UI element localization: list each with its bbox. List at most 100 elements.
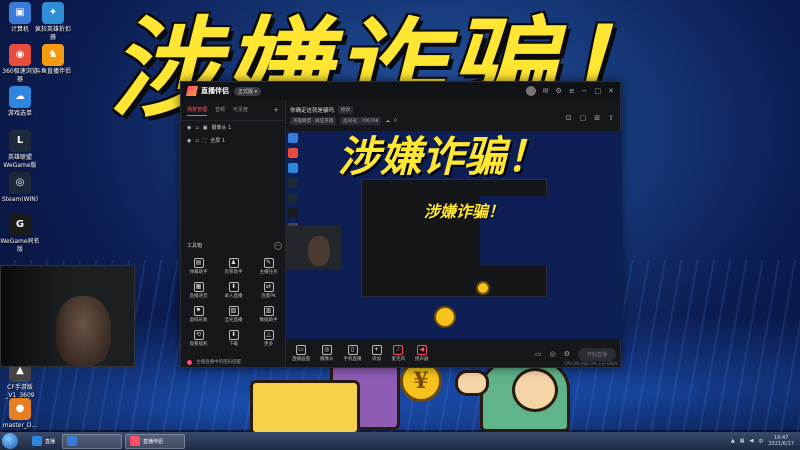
desktop-icon[interactable]: L 英雄联盟WeGame版 (0, 130, 40, 170)
app-name: 直播伴侣 (201, 87, 229, 95)
tool-item[interactable]: ✎ 主播任务 (251, 256, 286, 276)
left-footer[interactable]: 主播直播中的密码提醒 (187, 359, 241, 365)
source-row[interactable]: ◉ ▫ ⛶ 全屏 1 (181, 134, 285, 147)
app-icon: G (9, 214, 31, 236)
source-row[interactable]: ◉ ▫ ▣ 摄像头 1 (181, 121, 285, 134)
footer-text[interactable]: 主播直播中的密码提醒 (196, 359, 241, 365)
tool-item[interactable]: ▦ 直播语音 (181, 280, 216, 300)
tool-label: 虚拟形象 (189, 318, 208, 323)
lock-icon[interactable]: ▫ (195, 125, 198, 131)
tool-item[interactable]: ▤ 弹幕助手 (181, 256, 216, 276)
tool-item[interactable]: ⇄ 连麦PK (251, 280, 286, 300)
clock[interactable]: 19:47 2021/6/17 (768, 435, 794, 447)
taskbar-item[interactable]: 直播 (28, 434, 59, 449)
desktop-icon-label: Steam(WIN) (1, 196, 39, 203)
start-button[interactable] (2, 433, 18, 449)
source-button-label: 扬声器 (415, 357, 429, 362)
close-icon[interactable]: ✕ (608, 87, 614, 95)
taskbar-item[interactable]: 直播伴侣 (125, 433, 186, 449)
desktop-icon[interactable]: G WeGame同名版 (0, 214, 40, 254)
toolbox-more-icon[interactable]: ⋯ (274, 242, 282, 250)
webcam-shadow (1, 266, 134, 366)
tool-item[interactable]: ▥ 数据助手 (251, 304, 286, 324)
source-button[interactable]: ◎ 摄像头 (320, 345, 334, 363)
tool-item[interactable]: ♟ 房管助手 (216, 256, 251, 276)
video-icon[interactable]: ▭ (535, 350, 542, 358)
tool-label: 直播语音 (189, 294, 208, 299)
lock-icon[interactable]: ▫ (195, 138, 198, 144)
visible-eye-icon[interactable]: ◉ (187, 125, 191, 131)
tool-label: 下载 (229, 342, 238, 347)
tab-visibility[interactable]: 可见度 (233, 106, 248, 116)
desktop-icon[interactable]: ✦ 疯狂英雄折扣器 (33, 2, 73, 42)
tool-label: 全民直播 (224, 318, 243, 323)
eye-icon[interactable]: ◎ (550, 350, 556, 358)
user-avatar[interactable] (525, 86, 536, 96)
settings-icon[interactable]: ⚙ (555, 87, 561, 95)
maximize-icon[interactable]: □ (595, 87, 602, 95)
cartoon-hand (455, 370, 489, 396)
record-icon[interactable]: ▢ (580, 114, 587, 122)
desktop-icon[interactable]: ♞ 斗鱼直播伴侣 (33, 44, 73, 76)
room-title[interactable]: 你确定这就是骗吗 (290, 106, 334, 114)
taskbar-item[interactable] (62, 433, 123, 449)
room-category[interactable]: 英雄联盟 · 疯狂英雄 (290, 117, 337, 125)
desktop-icon[interactable]: ☁ 游戏选单 (0, 86, 40, 118)
source-button[interactable]: ♪ 麦克风 (391, 345, 406, 363)
app-titlebar[interactable]: 直播伴侣 正式版 ▾ ✉ ⚙ ≡ − □ ✕ (181, 82, 620, 100)
mail-icon[interactable]: ✉ (543, 87, 549, 95)
add-scene-icon[interactable]: + (273, 106, 279, 116)
app-icon: ▣ (9, 2, 31, 24)
app-icon: ✦ (42, 2, 64, 24)
network-icon[interactable]: ▦ (740, 438, 745, 444)
menu-icon[interactable]: ≡ (569, 87, 575, 95)
source-button-label: 手机直播 (343, 357, 362, 362)
settings-icon[interactable]: ⚙ (564, 350, 570, 358)
tool-item[interactable]: ▧ 全民直播 (216, 304, 251, 324)
tab-audio[interactable]: 音频 (215, 106, 225, 116)
tool-item[interactable]: ⟲ 观看福利 (181, 328, 216, 348)
stream-preview[interactable]: 涉嫌诈骗！ 涉嫌诈骗！ (286, 131, 622, 339)
streaming-app-window: 直播伴侣 正式版 ▾ ✉ ⚙ ≡ − □ ✕ 场景管理 音频 可见度 + ◉ ▫… (180, 81, 622, 369)
volume-icon[interactable]: ◀ (749, 438, 753, 444)
version-badge[interactable]: 正式版 ▾ (234, 86, 262, 96)
tool-icon: △ (263, 330, 274, 340)
panel-toolbar: ⊡ ▢ ⊞ ⇪ (566, 114, 614, 122)
tab-scene[interactable]: 场景管理 (187, 106, 208, 116)
app-icon: L (9, 130, 31, 152)
source-button[interactable]: + 添加 (371, 345, 382, 363)
tool-item[interactable]: △ 更多 (251, 328, 286, 348)
desktop-icon-label: WeGame同名版 (0, 238, 40, 253)
share-icon[interactable]: ⇪ (608, 114, 614, 122)
bottom-right-controls: ▭ ◎ ⚙ 开始直播 (535, 347, 616, 361)
desktop-icon[interactable]: ◎ Steam(WIN) (0, 172, 40, 204)
minimize-icon[interactable]: − (582, 87, 588, 95)
source-button[interactable]: ▯ 手机直播 (344, 345, 362, 363)
tool-icon: ▧ (228, 306, 239, 316)
taskbar: 直播 直播伴侣 ▲ ▦ ◀ 中 19:47 2021/6/17 (0, 432, 800, 450)
layout-icon[interactable]: ⊞ (594, 114, 600, 122)
tray-arrow-icon[interactable]: ▲ (731, 438, 735, 444)
clock-date: 2021/6/17 (768, 441, 794, 447)
go-live-button[interactable]: 开始直播 (577, 347, 616, 361)
source-button-label: 麦克风 (391, 357, 406, 362)
lock-icon[interactable]: ⊡ (566, 114, 572, 122)
tool-item[interactable]: ⚑ 虚拟形象 (181, 304, 216, 324)
preview-webcam (286, 226, 341, 269)
source-button[interactable]: ◀ 扬声器 (415, 345, 429, 363)
ime-icon[interactable]: 中 (758, 438, 763, 445)
tool-item[interactable]: ⬇ 录入直播 (216, 280, 251, 300)
source-label: 全屏 1 (210, 138, 226, 144)
system-tray: ▲ ▦ ◀ 中 19:47 2021/6/17 (731, 435, 800, 447)
source-button[interactable]: ▭ 直播画面 (292, 345, 310, 363)
desktop-icon-label: 斗鱼直播伴侣 (34, 68, 71, 75)
source-button-icon: ♪ (393, 345, 404, 355)
tool-icon: ⬇ (228, 282, 239, 292)
visible-eye-icon[interactable]: ◉ (187, 138, 191, 144)
edit-title-button[interactable]: 修改 (338, 106, 354, 114)
tool-item[interactable]: ⬇ 下载 (216, 328, 251, 348)
source-button-label: 摄像头 (320, 357, 334, 362)
taskbar-item-label: 直播伴侣 (143, 438, 164, 445)
desktop-icon[interactable]: ● master_D... (0, 398, 40, 430)
tool-icon: ♟ (228, 258, 239, 268)
